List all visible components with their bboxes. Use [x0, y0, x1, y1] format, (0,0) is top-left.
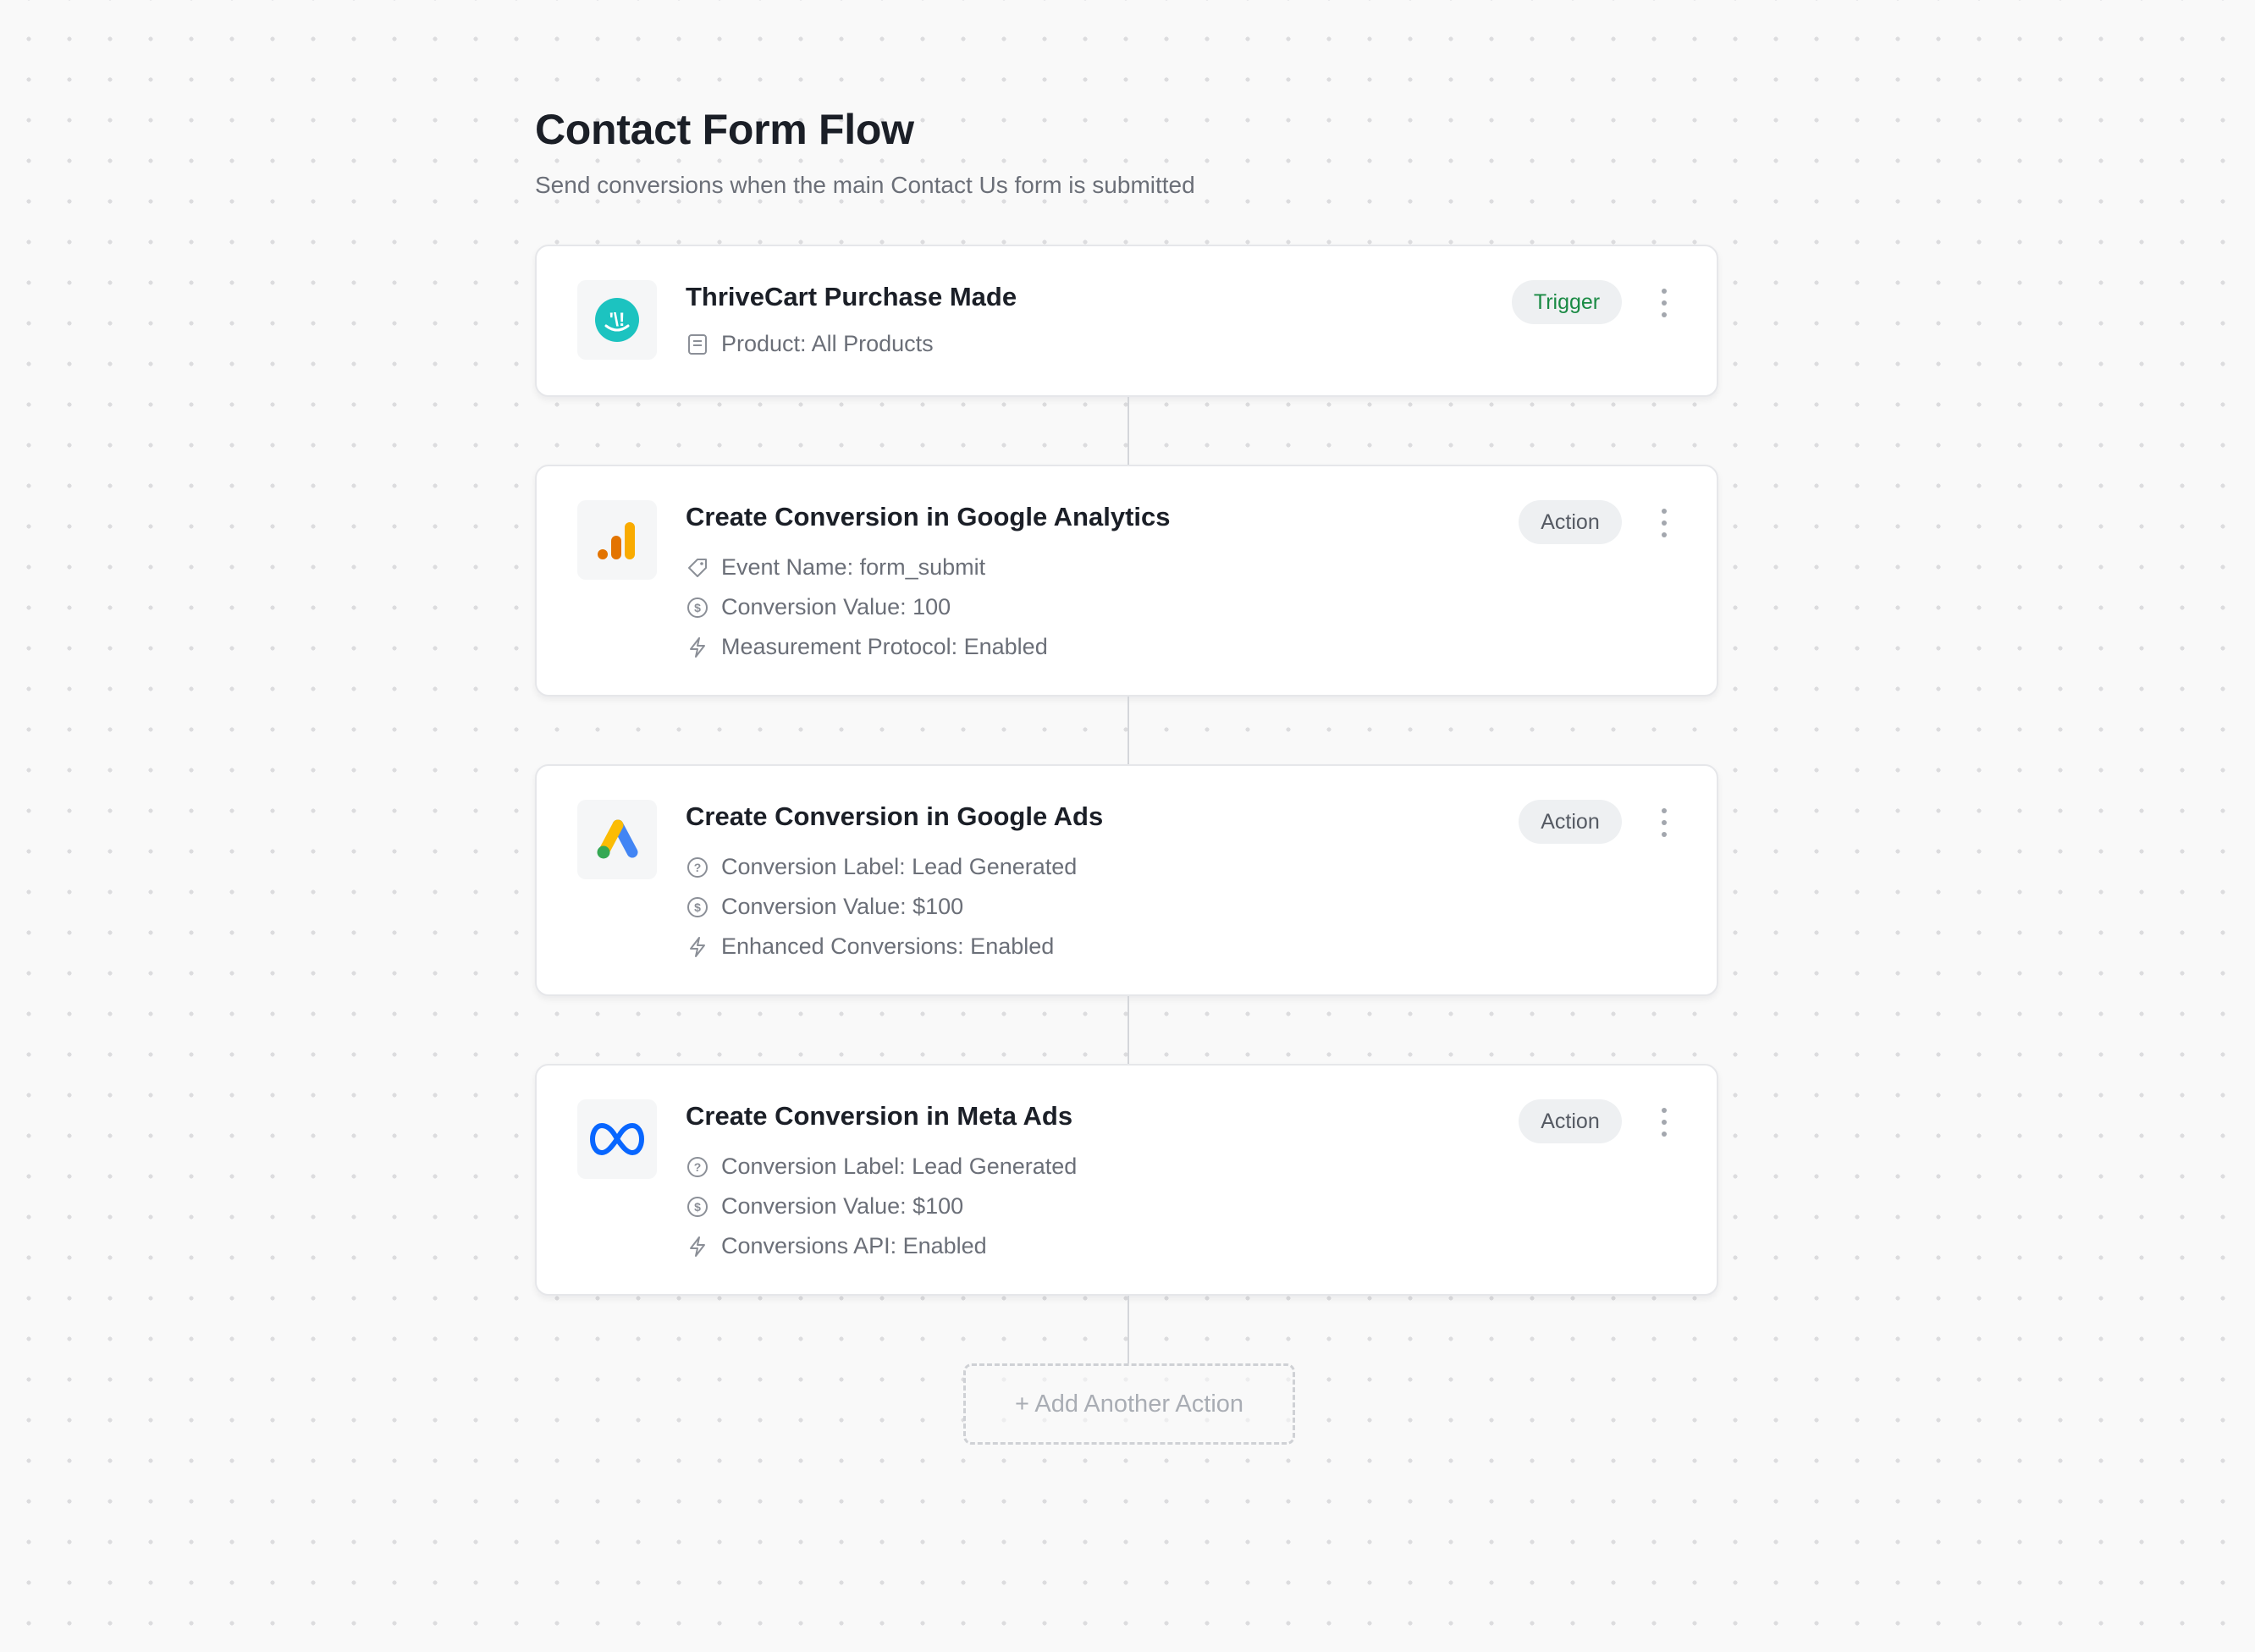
lightning-icon [686, 1235, 709, 1258]
step-title: ThriveCart Purchase Made [686, 282, 1017, 311]
flow-connector [1128, 397, 1129, 465]
more-options-icon[interactable] [1656, 1108, 1673, 1137]
flow-connector [1128, 996, 1129, 1064]
svg-text:$: $ [694, 601, 701, 614]
svg-text:'\!: '\! [609, 309, 626, 330]
step-card-google-analytics[interactable]: Create Conversion in Google Analytics Ev… [535, 465, 1718, 697]
property-text: Conversions API: Enabled [721, 1233, 987, 1258]
page-title: Contact Form Flow [535, 106, 914, 153]
step-properties: ? Conversion Label: Lead Generated $ Con… [686, 847, 1077, 966]
property-row: Measurement Protocol: Enabled [686, 627, 1048, 667]
step-card-google-ads[interactable]: Create Conversion in Google Ads ? Conver… [535, 764, 1718, 996]
property-row: $ Conversion Value: $100 [686, 887, 1077, 927]
step-properties: ? Conversion Label: Lead Generated $ Con… [686, 1147, 1077, 1266]
step-title: Create Conversion in Google Ads [686, 801, 1104, 831]
page-subtitle: Send conversions when the main Contact U… [535, 172, 1195, 198]
meta-logo-icon [577, 1099, 657, 1179]
property-text: Conversion Value: $100 [721, 894, 964, 919]
more-options-icon[interactable] [1656, 808, 1673, 837]
property-row: ? Conversion Label: Lead Generated [686, 847, 1077, 887]
question-circle-icon: ? [686, 856, 709, 879]
property-text: Product: All Products [721, 331, 934, 356]
step-title: Create Conversion in Google Analytics [686, 502, 1171, 531]
trigger-badge: Trigger [1512, 280, 1622, 324]
property-text: Event Name: form_submit [721, 554, 986, 580]
property-text: Enhanced Conversions: Enabled [721, 933, 1055, 959]
action-badge: Action [1519, 500, 1622, 544]
google-analytics-logo-icon [577, 500, 657, 580]
thrivecart-logo-icon: '\! [577, 280, 657, 360]
question-circle-icon: ? [686, 1155, 709, 1179]
svg-text:$: $ [694, 1200, 701, 1214]
svg-text:?: ? [694, 861, 702, 874]
google-ads-logo-icon [577, 800, 657, 879]
action-badge: Action [1519, 800, 1622, 844]
flow-connector [1128, 697, 1129, 764]
add-another-action-button[interactable]: + Add Another Action [963, 1363, 1295, 1445]
property-text: Measurement Protocol: Enabled [721, 634, 1048, 659]
property-text: Conversion Value: 100 [721, 594, 951, 620]
lightning-icon [686, 935, 709, 959]
action-badge: Action [1519, 1099, 1622, 1143]
dollar-circle-icon: $ [686, 1195, 709, 1219]
property-text: Conversion Label: Lead Generated [721, 854, 1078, 879]
property-text: Conversion Value: $100 [721, 1193, 964, 1219]
flow-connector [1128, 1296, 1129, 1363]
property-row: $ Conversion Value: 100 [686, 587, 1048, 627]
svg-text:$: $ [694, 900, 701, 914]
svg-text:?: ? [694, 1160, 702, 1174]
tag-icon [686, 556, 709, 580]
dollar-circle-icon: $ [686, 596, 709, 620]
property-row: ? Conversion Label: Lead Generated [686, 1147, 1077, 1187]
step-title: Create Conversion in Meta Ads [686, 1101, 1073, 1131]
document-icon [686, 333, 709, 356]
property-row: $ Conversion Value: $100 [686, 1187, 1077, 1226]
step-properties: Event Name: form_submit $ Conversion Val… [686, 548, 1048, 667]
property-row: Conversions API: Enabled [686, 1226, 1077, 1266]
lightning-icon [686, 636, 709, 659]
property-text: Conversion Label: Lead Generated [721, 1154, 1078, 1179]
dollar-circle-icon: $ [686, 895, 709, 919]
step-properties: Product: All Products [686, 324, 934, 364]
property-row: Product: All Products [686, 324, 934, 364]
property-row: Event Name: form_submit [686, 548, 1048, 587]
more-options-icon[interactable] [1656, 509, 1673, 537]
step-card-meta-ads[interactable]: Create Conversion in Meta Ads ? Conversi… [535, 1064, 1718, 1296]
property-row: Enhanced Conversions: Enabled [686, 927, 1077, 966]
more-options-icon[interactable] [1656, 289, 1673, 317]
step-card-trigger[interactable]: '\! ThriveCart Purchase Made Product: Al… [535, 245, 1718, 397]
